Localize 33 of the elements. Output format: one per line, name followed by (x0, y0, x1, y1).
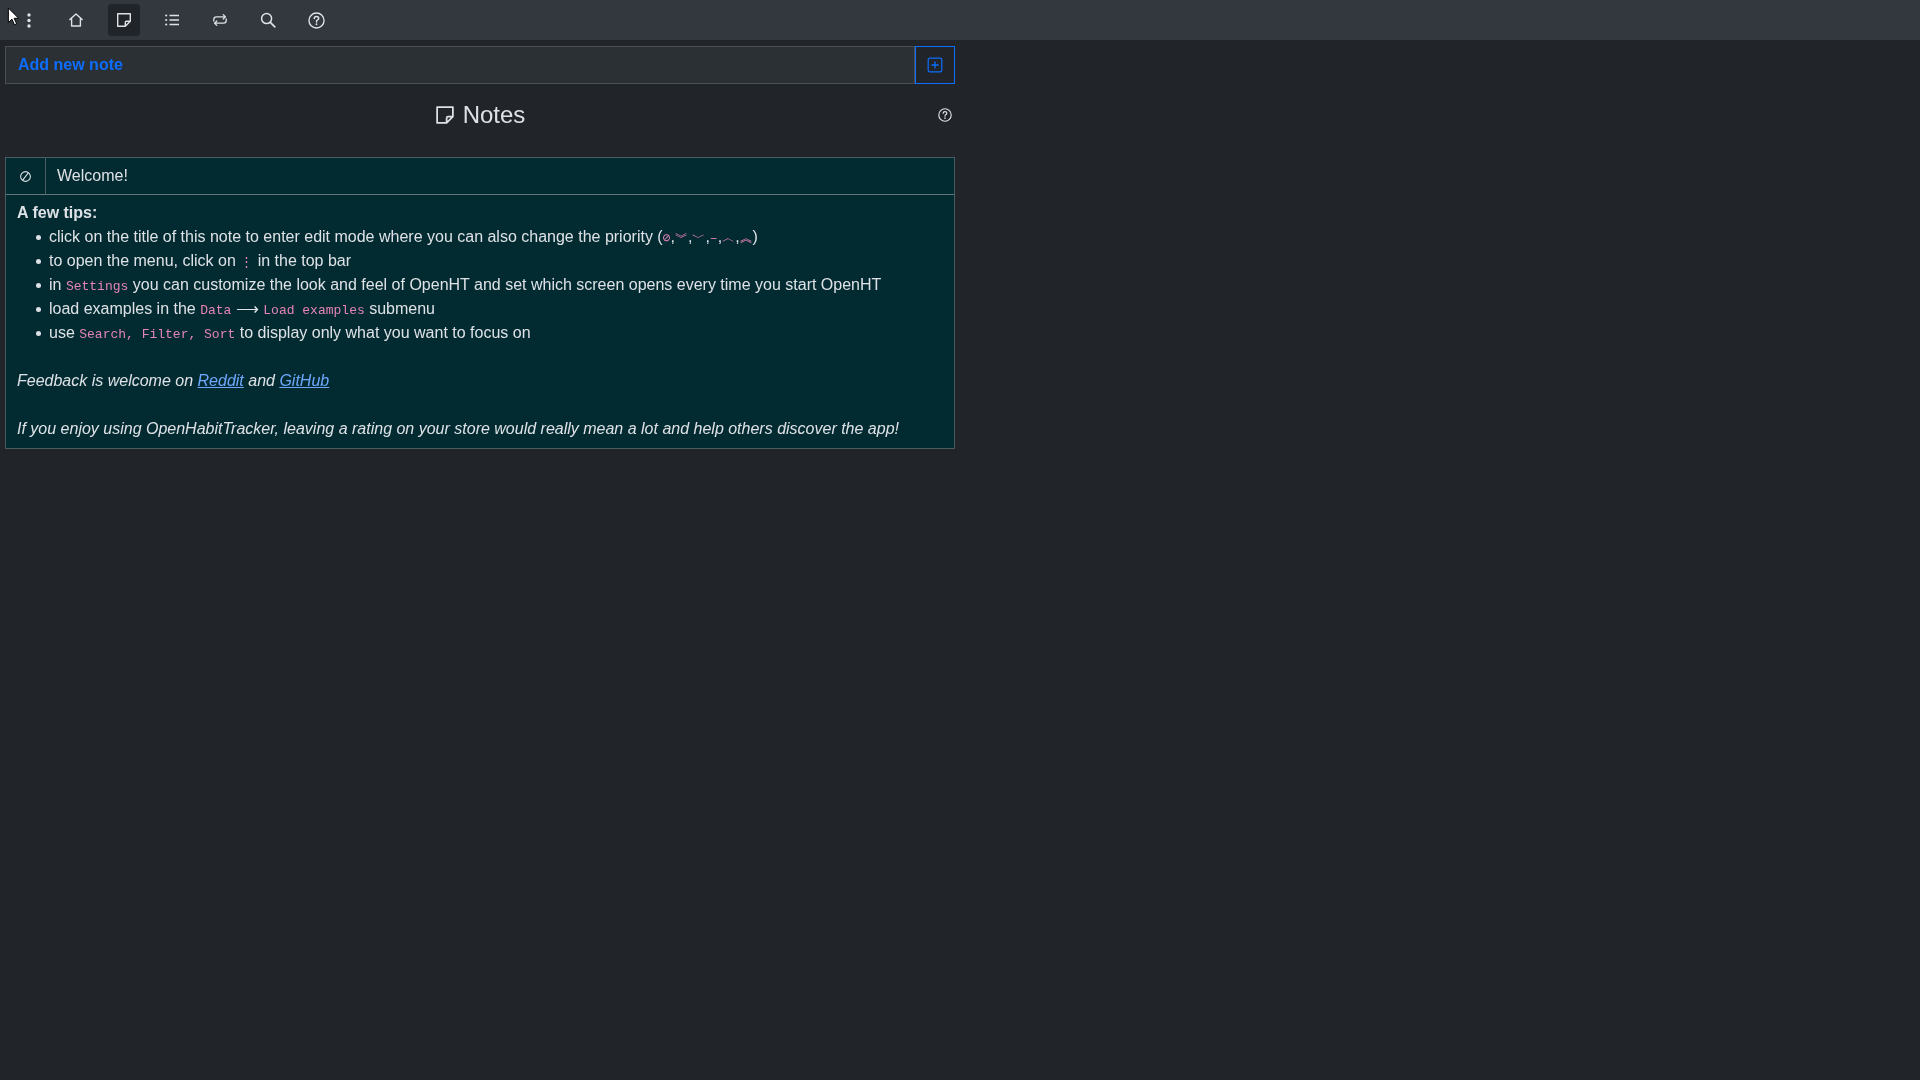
slashed-circle-icon (19, 169, 32, 183)
add-note-button[interactable] (915, 46, 955, 84)
repeat-arrows-icon (212, 12, 228, 28)
help-icon (938, 108, 952, 122)
new-note-field[interactable]: Add new note (5, 46, 915, 84)
bullet-icon (36, 330, 41, 336)
tip-text: use Search, Filter, Sort to display only what you want to focus on (49, 323, 531, 344)
tip-text: load examples in the Data ⟶ Load examples submenu (49, 299, 435, 320)
search-icon (260, 12, 276, 28)
tip-text: click on the title of this note to enter edit mode where you can also change the priority (⊘,︾,﹀,–,︿,︽) (49, 227, 758, 248)
inline-link[interactable]: GitHub (279, 372, 330, 389)
tips-heading: A few tips: (17, 203, 99, 223)
tip-text: to open the menu, click on ⋮ in the top bar (49, 251, 352, 272)
note-paragraph: Feedback is welcome on Reddit and GitHub (17, 371, 331, 391)
home-icon (68, 12, 84, 28)
mouse-pointer-icon (7, 7, 20, 26)
page-title: Notes (462, 100, 526, 130)
kebab-menu-icon (27, 12, 31, 28)
sticky-note-icon (116, 12, 132, 28)
list-icon (164, 12, 180, 28)
note-title[interactable]: Welcome! (46, 158, 139, 194)
bullet-icon (36, 306, 41, 312)
help-icon (307, 11, 325, 29)
nav-button[interactable] (108, 4, 140, 36)
bullet-icon (36, 282, 41, 288)
bullet-icon (36, 234, 41, 240)
tip-text: in Settings you can customize the look and feel of OpenHT and set which screen opens every time you start OpenHT (49, 275, 882, 296)
sticky-note-icon (434, 105, 455, 125)
plus-square-icon (927, 57, 943, 73)
note-paragraph: If you enjoy using OpenHabitTracker, leaving a rating on your store would really mean a lot and help others discover the app! (17, 419, 900, 439)
help-button[interactable] (938, 108, 952, 122)
bullet-icon (36, 258, 41, 264)
inline-link[interactable]: Reddit (197, 372, 244, 389)
